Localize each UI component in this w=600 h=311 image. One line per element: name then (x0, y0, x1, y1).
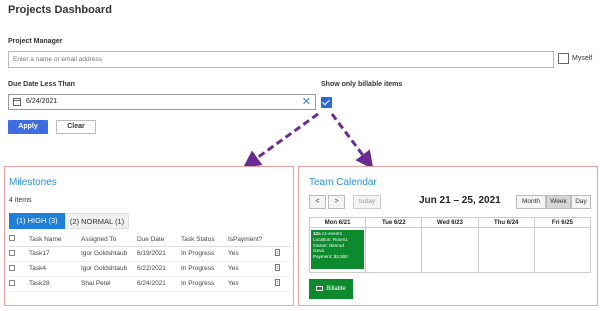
project-manager-label: Project Manager (8, 38, 63, 45)
event-name: c1-event1 (321, 231, 343, 236)
document-icon[interactable] (275, 249, 280, 256)
col-task-name[interactable]: Task Name (29, 233, 81, 247)
day-cell-wed[interactable] (422, 228, 479, 272)
event-owner: Owner: Nimrod (313, 242, 344, 248)
next-week-button[interactable]: > (328, 195, 345, 209)
calendar-panel: Team Calendar < > today Jun 21 – 25, 202… (298, 166, 598, 306)
assigned-to: Igor Goldshtaub (81, 246, 137, 262)
day-header-wed: Wed 6/23 (422, 218, 479, 227)
select-all-checkbox[interactable] (9, 235, 15, 242)
due-date: 6/19/2021 (137, 246, 181, 262)
tab-high[interactable]: (1) HIGH (3) (9, 213, 65, 229)
view-day-button[interactable]: Day (571, 195, 591, 209)
tag-icon (316, 285, 324, 291)
table-header-row: Task Name Assigned To Due Date Task Stat… (9, 233, 291, 247)
row-checkbox[interactable] (9, 249, 15, 256)
day-header-fri: Fri 6/25 (551, 220, 573, 226)
billable-label: Show only billable items (321, 81, 403, 88)
clear-button[interactable]: Clear (56, 120, 96, 134)
myself-checkbox[interactable] (558, 53, 569, 64)
milestones-title: Milestones (9, 177, 57, 188)
document-icon[interactable] (275, 264, 280, 271)
due-date-input[interactable]: 6/24/2021 ✕ (8, 94, 316, 110)
milestones-panel: Milestones 4 items (1) HIGH (3) (2) NORM… (4, 166, 294, 306)
row-checkbox[interactable] (9, 264, 15, 271)
page-title: Projects Dashboard (8, 4, 112, 16)
date-range: Jun 21 – 25, 2021 (419, 195, 501, 206)
table-row[interactable]: Task28 Shai Petel 6/24/2021 In Progress … (9, 276, 291, 292)
billable-legend[interactable]: Billable (309, 279, 353, 299)
row-checkbox[interactable] (9, 279, 15, 286)
task-status: In Progress (181, 246, 228, 262)
assigned-to: Igor Goldshtaub (81, 261, 137, 277)
col-task-status[interactable]: Task Status (181, 233, 228, 247)
view-month-button[interactable]: Month (516, 195, 546, 209)
col-is-payment[interactable]: IsPayment? (228, 233, 275, 247)
today-button[interactable]: today (353, 195, 381, 209)
event-payment: Payment: $2,500 (313, 254, 348, 260)
due-date: 6/24/2021 (137, 276, 181, 292)
task-name: Task4 (29, 261, 81, 277)
day-cell-thu[interactable] (479, 228, 535, 272)
assigned-to: Shai Petel (81, 276, 137, 292)
milestones-count: 4 items (9, 197, 32, 204)
event-location: Location: Room1 (313, 236, 348, 242)
task-status: In Progress (181, 276, 228, 292)
day-cell-tue[interactable] (366, 228, 423, 272)
prev-week-button[interactable]: < (309, 195, 326, 209)
billable-checkbox[interactable] (321, 97, 332, 108)
task-name: Task28 (29, 276, 81, 292)
apply-button[interactable]: Apply (8, 120, 48, 134)
day-header-thu: Thu 6/24 (479, 218, 535, 227)
col-assigned-to[interactable]: Assigned To (81, 233, 137, 247)
due-date: 6/22/2021 (137, 261, 181, 277)
calendar-grid: Mon 6/21 Tue 6/22 Wed 6/23 Thu 6/24 Fri … (309, 217, 591, 273)
col-due-date[interactable]: Due Date (137, 233, 181, 247)
view-week-button[interactable]: Week (546, 195, 571, 209)
event-owner-cont: Geva (313, 248, 324, 254)
is-payment: Yes (228, 276, 275, 292)
day-header-tue: Tue 6/22 (366, 218, 423, 227)
milestones-table: Task Name Assigned To Due Date Task Stat… (9, 233, 291, 292)
task-status: In Progress (181, 261, 228, 277)
billable-legend-label: Billable (326, 286, 346, 292)
calendar-event[interactable]: 12a c1-event1 Location: Room1 Owner: Nim… (311, 230, 364, 269)
document-icon[interactable] (275, 279, 280, 286)
due-date-value: 6/24/2021 (26, 98, 58, 105)
day-header-mon: Mon 6/21 (310, 218, 367, 227)
arrow-to-milestones (242, 112, 319, 169)
project-manager-input[interactable] (8, 51, 554, 68)
tab-normal[interactable]: (2) NORMAL (1) (65, 213, 129, 229)
due-date-label: Due Date Less Than (8, 81, 75, 88)
day-cell-fri[interactable] (535, 228, 590, 272)
myself-label: Myself (572, 55, 593, 62)
is-payment: Yes (228, 261, 275, 277)
event-time: 12a (313, 231, 321, 236)
table-row[interactable]: Task17 Igor Goldshtaub 6/19/2021 In Prog… (9, 246, 291, 262)
calendar-title: Team Calendar (309, 177, 377, 188)
table-row[interactable]: Task4 Igor Goldshtaub 6/22/2021 In Progr… (9, 261, 291, 277)
arrow-to-calendar (330, 113, 374, 170)
calendar-icon[interactable] (13, 98, 21, 106)
is-payment: Yes (228, 246, 275, 262)
clear-date-icon[interactable]: ✕ (302, 95, 311, 109)
day-cell-mon[interactable]: 12a c1-event1 Location: Room1 Owner: Nim… (310, 228, 367, 272)
task-name: Task17 (29, 246, 81, 262)
